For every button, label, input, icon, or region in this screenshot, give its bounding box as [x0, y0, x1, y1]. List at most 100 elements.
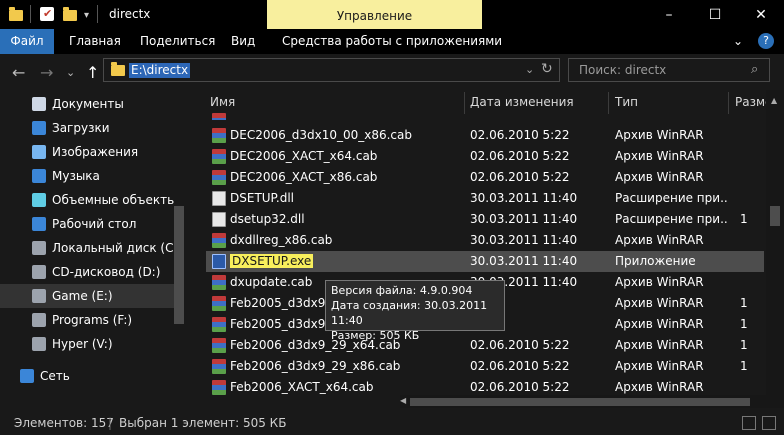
- address-path[interactable]: E:\directx: [129, 63, 191, 78]
- vertical-scrollbar[interactable]: ▲: [766, 90, 784, 408]
- winrar-archive-icon: [212, 359, 226, 374]
- winrar-archive-icon: [212, 380, 226, 395]
- cd-drive-icon: [32, 265, 46, 279]
- file-name: dxdllreg_x86.cab: [230, 233, 333, 247]
- document-icon: [32, 97, 46, 111]
- address-dropdown-icon[interactable]: ⌄: [525, 63, 534, 76]
- maximize-button[interactable]: ☐: [692, 0, 738, 29]
- sidebar-item-label: CD-дисковод (D:): [52, 265, 161, 279]
- sidebar-item-label: Загрузки: [52, 121, 110, 135]
- properties-icon[interactable]: ✔: [40, 7, 54, 21]
- search-box[interactable]: Поиск: directx ⌕: [568, 58, 770, 82]
- file-type: Архив WinRAR: [615, 359, 704, 373]
- ribbon-tabs: Файл Главная Поделиться Вид Средства раб…: [0, 29, 784, 54]
- file-type: Приложение: [615, 254, 696, 268]
- tab-view[interactable]: Вид: [219, 29, 267, 54]
- file-row[interactable]: dxdllreg_x86.cab 30.03.2011 11:40 Архив Wi…: [206, 230, 764, 251]
- file-type: Расширение при...: [615, 191, 727, 205]
- sidebar-item-downloads[interactable]: Загрузки: [0, 116, 174, 140]
- sidebar-item-label: Музыка: [52, 169, 100, 183]
- large-icons-view-icon[interactable]: [762, 416, 776, 430]
- tab-share[interactable]: Поделиться: [128, 29, 227, 54]
- new-folder-icon[interactable]: [63, 6, 77, 24]
- refresh-button[interactable]: ↻: [541, 61, 553, 77]
- file-name: DEC2006_XACT_x86.cab: [230, 170, 378, 184]
- file-name: DSETUP.dll: [230, 191, 295, 205]
- address-bar[interactable]: E:\directx ⌄ ↻: [103, 58, 560, 82]
- file-date: 02.06.2010 5:22: [470, 128, 570, 142]
- sidebar-item-drive-f[interactable]: Programs (F:): [0, 308, 174, 332]
- file-size: 1: [740, 212, 748, 226]
- recent-locations-button[interactable]: ⌄: [66, 66, 75, 79]
- search-input[interactable]: Поиск: directx: [579, 63, 666, 77]
- folder-icon[interactable]: [9, 6, 23, 24]
- drive-icon: [32, 289, 46, 303]
- sidebar-item-3d-objects[interactable]: Объемные объекты: [0, 188, 174, 212]
- selection-info: Выбран 1 элемент: 505 КБ: [119, 416, 287, 430]
- sidebar-item-network[interactable]: Сеть: [0, 364, 162, 388]
- dll-file-icon: [212, 212, 226, 227]
- scroll-thumb[interactable]: [410, 398, 750, 406]
- expand-ribbon-icon[interactable]: ⌄: [733, 29, 743, 54]
- winrar-archive-icon: [212, 275, 226, 290]
- sidebar-item-drive-c[interactable]: Локальный диск (C:): [0, 236, 174, 260]
- customize-toolbar-icon[interactable]: ▾: [84, 6, 89, 24]
- desktop-icon: [32, 217, 46, 231]
- winrar-archive-icon: [212, 338, 226, 353]
- file-row[interactable]: DEC2006_d3dx10_00_x64.cab02.06.2010 5:22…: [206, 110, 764, 120]
- file-date: 02.06.2010 5:22: [470, 170, 570, 184]
- tooltip-version: Версия файла: 4.9.0.904: [331, 284, 473, 297]
- tab-file[interactable]: Файл: [0, 29, 54, 54]
- file-date: 30.03.2011 11:40: [470, 212, 578, 226]
- file-row[interactable]: DXSETUP.exe 30.03.2011 11:40 Приложение: [206, 251, 764, 272]
- file-row[interactable]: DEC2006_XACT_x64.cab 02.06.2010 5:22 Архив…: [206, 146, 764, 167]
- item-count: Элементов: 157: [14, 416, 114, 430]
- back-button[interactable]: ←: [12, 63, 25, 82]
- scroll-up-icon[interactable]: ▲: [771, 96, 777, 105]
- up-button[interactable]: ↑: [86, 63, 99, 82]
- file-type: Архив WinRAR: [615, 170, 704, 184]
- drive-icon: [32, 241, 46, 255]
- sidebar-scrollbar[interactable]: [174, 206, 184, 324]
- minimize-button[interactable]: –: [646, 0, 692, 29]
- details-view-icon[interactable]: [742, 416, 756, 430]
- sidebar-item-drive-e[interactable]: Game (E:): [0, 284, 174, 308]
- close-button[interactable]: ✕: [738, 0, 784, 29]
- window-title: directx: [109, 7, 151, 21]
- forward-button[interactable]: →: [40, 63, 53, 82]
- help-icon[interactable]: ?: [758, 33, 774, 49]
- horizontal-scrollbar[interactable]: ◀: [400, 395, 766, 408]
- title-divider: [97, 5, 98, 23]
- file-row[interactable]: DEC2006_XACT_x86.cab 02.06.2010 5:22 Архив…: [206, 167, 764, 188]
- file-row[interactable]: DSETUP.dll 30.03.2011 11:40 Расширение при…: [206, 188, 764, 209]
- sidebar-item-documents[interactable]: Документы: [0, 92, 174, 116]
- file-row[interactable]: Feb2006_d3dx9_29_x86.cab 02.06.2010 5:22 А…: [206, 356, 764, 377]
- sidebar-item-pictures[interactable]: Изображения: [0, 140, 174, 164]
- file-type: Архив WinRAR: [615, 317, 704, 331]
- drive-icon: [32, 313, 46, 327]
- scroll-left-icon[interactable]: ◀: [400, 396, 406, 405]
- file-row[interactable]: dsetup32.dll 30.03.2011 11:40 Расширение п…: [206, 209, 764, 230]
- sidebar-item-drive-d[interactable]: CD-дисковод (D:): [0, 260, 174, 284]
- sidebar-item-label: Game (E:): [52, 289, 113, 303]
- file-date: 02.06.2010 5:22: [470, 149, 570, 163]
- tab-manage[interactable]: Управление: [267, 0, 482, 32]
- winrar-archive-icon: [212, 128, 226, 143]
- file-size: 1: [740, 296, 748, 310]
- file-row[interactable]: DEC2006_d3dx10_00_x86.cab 02.06.2010 5:22…: [206, 125, 764, 146]
- cube-icon: [32, 193, 46, 207]
- tab-home[interactable]: Главная: [57, 29, 133, 54]
- sidebar-item-drive-v[interactable]: Hyper (V:): [0, 332, 174, 356]
- drive-icon: [32, 337, 46, 351]
- file-size: 1: [740, 317, 748, 331]
- sidebar-item-desktop[interactable]: Рабочий стол: [0, 212, 174, 236]
- winrar-archive-icon: [212, 113, 226, 120]
- sidebar-item-music[interactable]: Музыка: [0, 164, 174, 188]
- scroll-thumb[interactable]: [770, 206, 780, 226]
- search-icon[interactable]: ⌕: [751, 62, 758, 77]
- file-name: DEC2006_d3dx10_00_x86.cab: [230, 128, 413, 142]
- tab-app-tools[interactable]: Средства работы с приложениями: [270, 29, 514, 54]
- file-name: DEC2006_XACT_x64.cab: [230, 149, 378, 163]
- file-date: 30.03.2011 11:40: [470, 233, 578, 247]
- file-size: 1: [740, 338, 748, 352]
